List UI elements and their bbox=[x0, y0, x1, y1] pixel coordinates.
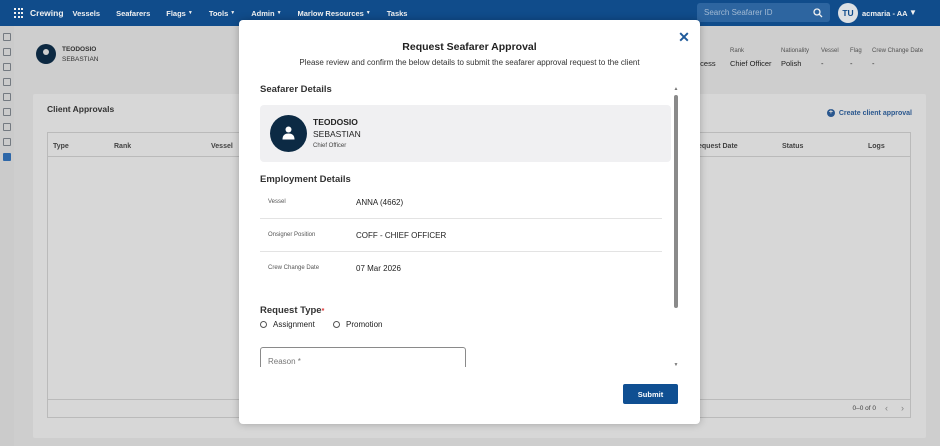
scroll-down-arrow-icon[interactable]: ▼ bbox=[673, 362, 679, 368]
employment-details-heading: Employment Details bbox=[260, 174, 351, 185]
radio-assignment[interactable]: Assignment bbox=[260, 320, 315, 329]
onsigner-position-value: COFF - CHIEF OFFICER bbox=[356, 231, 447, 240]
submit-button[interactable]: Submit bbox=[623, 384, 678, 404]
radio-assignment-label: Assignment bbox=[273, 320, 315, 329]
employment-row-crew-change-date: Crew Change Date 07 Mar 2026 bbox=[260, 252, 662, 285]
modal-body: Seafarer Details TEODOSIO SEBASTIAN Chie… bbox=[239, 80, 679, 367]
required-marker: * bbox=[321, 308, 325, 315]
radio-promotion[interactable]: Promotion bbox=[333, 320, 382, 329]
radio-circle-icon[interactable] bbox=[333, 321, 340, 328]
seafarer-first-name: TEODOSIO bbox=[313, 117, 358, 127]
radio-circle-icon[interactable] bbox=[260, 321, 267, 328]
request-type-heading: Request Type* bbox=[260, 305, 324, 316]
seafarer-last-name: SEBASTIAN bbox=[313, 129, 361, 139]
close-icon[interactable]: ✕ bbox=[677, 30, 691, 44]
crew-change-date-value: 07 Mar 2026 bbox=[356, 264, 401, 273]
vessel-label: Vessel bbox=[268, 199, 286, 205]
employment-row-vessel: Vessel ANNA (4662) bbox=[260, 186, 662, 219]
request-type-label: Request Type bbox=[260, 305, 322, 316]
scroll-thumb[interactable] bbox=[674, 95, 678, 308]
modal-title: Request Seafarer Approval bbox=[402, 41, 537, 53]
onsigner-position-label: Onsigner Position bbox=[268, 232, 316, 238]
modal-scrollbar[interactable]: ▲ ▼ bbox=[673, 86, 679, 368]
radio-promotion-label: Promotion bbox=[346, 320, 383, 329]
request-approval-modal: Request Seafarer Approval Please review … bbox=[239, 20, 700, 424]
reason-placeholder: Reason * bbox=[268, 357, 301, 366]
person-icon bbox=[282, 126, 295, 140]
employment-row-onsigner-position: Onsigner Position COFF - CHIEF OFFICER bbox=[260, 219, 662, 252]
scroll-up-arrow-icon[interactable]: ▲ bbox=[673, 86, 679, 92]
seafarer-details-heading: Seafarer Details bbox=[260, 84, 332, 95]
reason-textarea[interactable]: Reason * bbox=[260, 347, 466, 367]
modal-subtitle: Please review and confirm the below deta… bbox=[299, 58, 640, 67]
seafarer-card: TEODOSIO SEBASTIAN Chief Officer bbox=[260, 105, 671, 162]
crew-change-date-label: Crew Change Date bbox=[268, 265, 320, 271]
seafarer-avatar bbox=[270, 115, 307, 152]
vessel-value: ANNA (4662) bbox=[356, 198, 404, 207]
seafarer-rank: Chief Officer bbox=[313, 143, 347, 149]
